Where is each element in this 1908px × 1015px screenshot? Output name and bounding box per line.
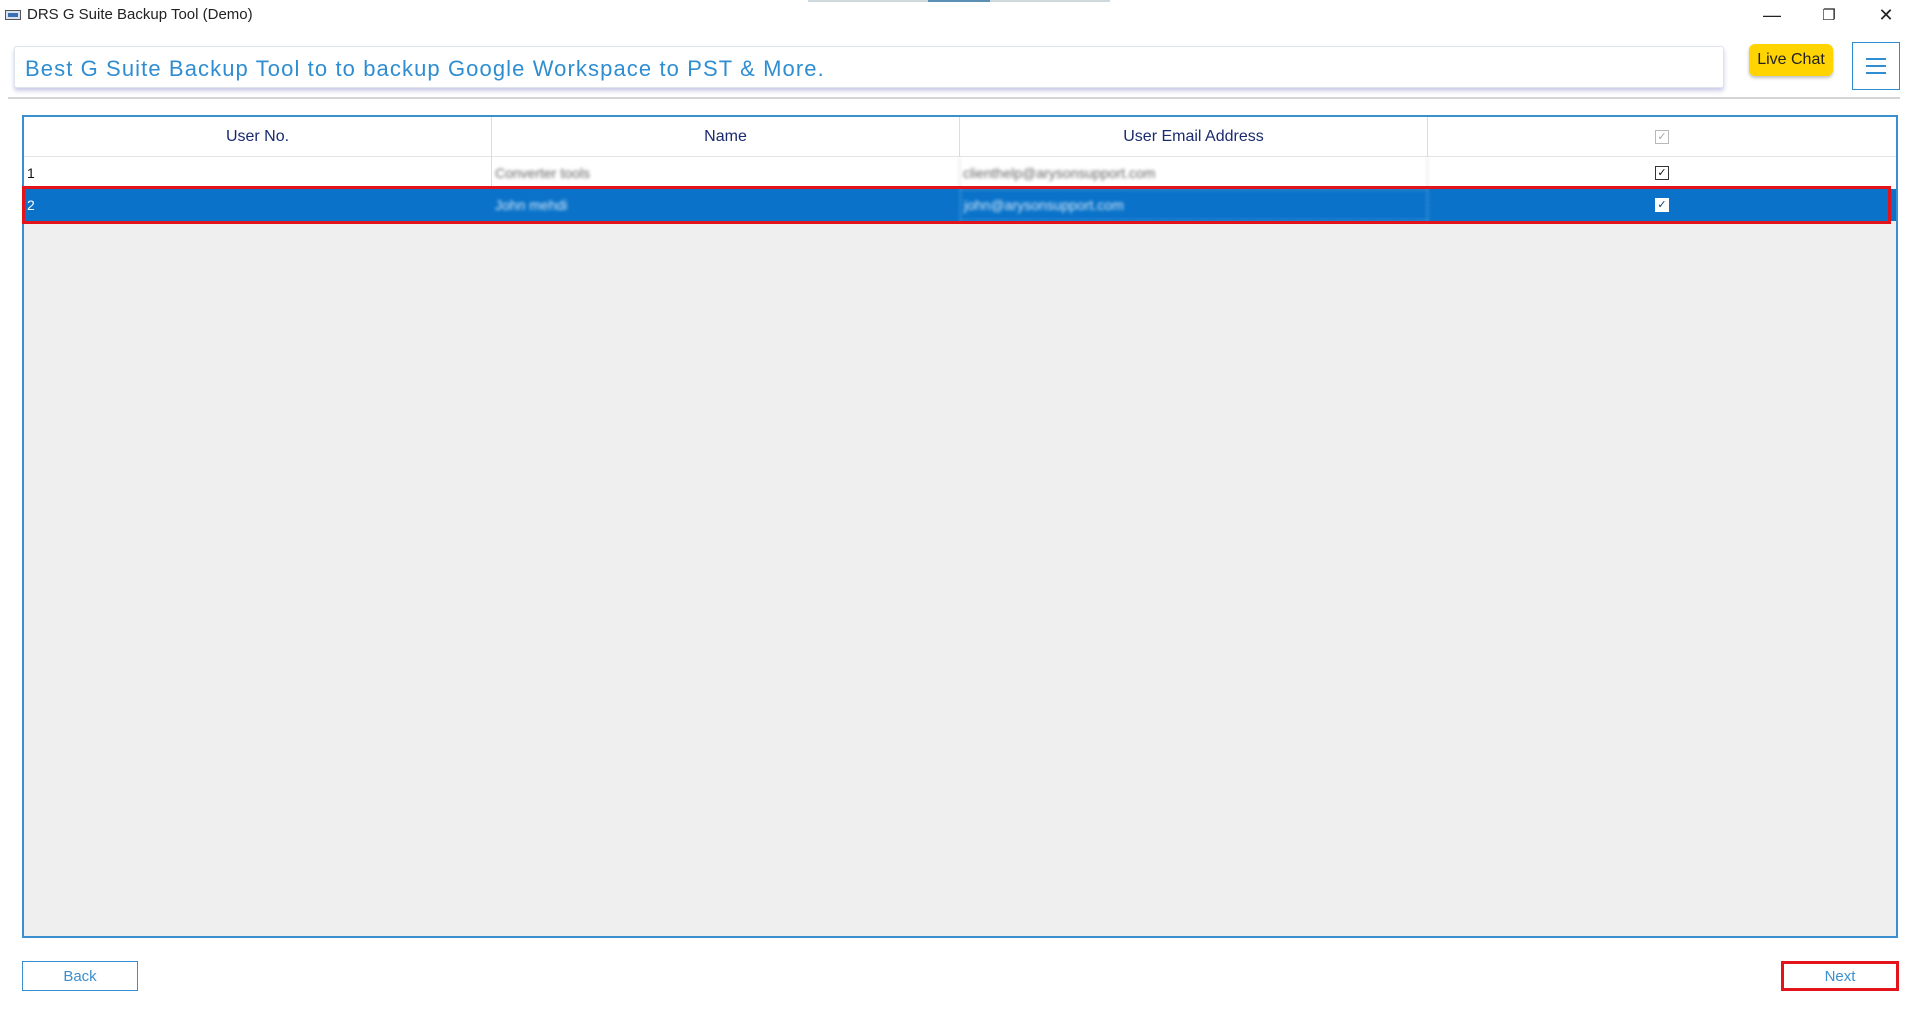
banner-title: Best G Suite Backup Tool to to backup Go… — [25, 56, 825, 81]
column-header-email[interactable]: User Email Address — [960, 117, 1428, 157]
back-button[interactable]: Back — [22, 961, 138, 991]
menu-line — [1866, 72, 1886, 74]
hamburger-menu-icon[interactable] — [1852, 42, 1900, 90]
cell-checkbox[interactable]: ✓ — [1428, 189, 1896, 221]
title-bar: DRS G Suite Backup Tool (Demo) — ❐ ✕ — [0, 0, 1908, 30]
row-checkbox[interactable]: ✓ — [1655, 166, 1669, 180]
window-title: DRS G Suite Backup Tool (Demo) — [27, 6, 253, 23]
column-header-user-no[interactable]: User No. — [24, 117, 492, 157]
select-all-checkbox-cell[interactable]: ✓ — [1428, 117, 1896, 157]
restore-icon[interactable]: ❐ — [1801, 0, 1857, 30]
cell-user-no: 1 — [24, 157, 492, 189]
next-button[interactable]: Next — [1781, 961, 1899, 991]
cell-email: clienthelp@arysonsupport.com — [960, 157, 1428, 189]
table-row-selected[interactable]: 2 John mehdi john@arysonsupport.com ✓ — [24, 189, 1896, 221]
cell-name: John mehdi — [495, 197, 568, 213]
close-icon[interactable]: ✕ — [1858, 0, 1908, 30]
select-all-checkbox[interactable]: ✓ — [1655, 130, 1669, 144]
cell-checkbox[interactable]: ✓ — [1428, 157, 1896, 189]
minimize-icon[interactable]: — — [1744, 0, 1800, 30]
live-chat-button[interactable]: Live Chat — [1749, 44, 1833, 76]
app-icon — [5, 10, 21, 20]
cell-name: Converter tools — [492, 157, 960, 189]
header-banner: Best G Suite Backup Tool to to backup Go… — [14, 46, 1724, 88]
titlebar-tab-indicator — [990, 0, 1110, 2]
menu-line — [1866, 65, 1886, 67]
cell-email: john@arysonsupport.com — [960, 189, 1428, 221]
titlebar-tab-indicator-active — [928, 0, 990, 2]
titlebar-tab-indicator — [808, 0, 928, 2]
column-header-name[interactable]: Name — [492, 117, 960, 157]
menu-line — [1866, 58, 1886, 60]
grid-header: User No. Name User Email Address ✓ — [24, 117, 1896, 157]
table-row[interactable]: 1 Converter tools clienthelp@arysonsuppo… — [24, 157, 1896, 189]
header-divider — [8, 97, 1900, 99]
row-checkbox[interactable]: ✓ — [1655, 198, 1669, 212]
users-grid: User No. Name User Email Address ✓ 1 Con… — [22, 115, 1898, 938]
cell-user-no: 2 — [27, 197, 35, 213]
